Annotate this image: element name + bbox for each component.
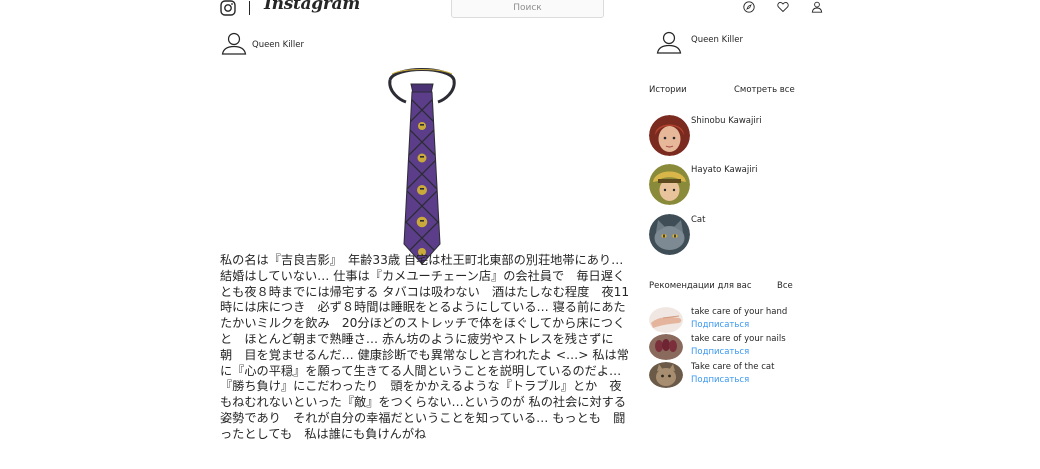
story-item[interactable]: Shinobu Kawajiri xyxy=(649,115,849,157)
explore-icon[interactable] xyxy=(743,1,755,13)
heart-icon[interactable] xyxy=(777,1,789,13)
post-image-tie xyxy=(388,68,456,265)
story-item[interactable]: Hayato Kawajiri xyxy=(649,164,849,206)
story-avatar[interactable] xyxy=(649,164,690,205)
story-avatar[interactable] xyxy=(649,115,690,156)
instagram-wordmark[interactable]: Instagram xyxy=(264,0,360,14)
follow-button[interactable]: Подписаться xyxy=(691,347,749,357)
instagram-camera-icon[interactable] xyxy=(220,0,236,16)
story-name[interactable]: Shinobu Kawajiri xyxy=(691,116,762,126)
post-author-name[interactable]: Queen Killer xyxy=(252,40,304,50)
search-input[interactable] xyxy=(452,2,603,14)
recommendation-item: take care of your nails Подписаться xyxy=(649,334,849,360)
post-author-avatar-icon[interactable] xyxy=(221,31,247,57)
post-text: 私の名は『吉良吉影』 年齢33歳 自宅は杜王町北東部の別荘地帯にあり… 結婚はし… xyxy=(220,253,636,441)
sidebar-avatar-icon[interactable] xyxy=(656,30,682,56)
logo-divider xyxy=(249,1,250,15)
recommendation-thumbnail[interactable] xyxy=(649,307,683,333)
recommendations-all-link[interactable]: Все xyxy=(777,281,793,291)
recommendations-title: Рекомендации для вас xyxy=(649,281,752,291)
stories-see-all-link[interactable]: Смотреть все xyxy=(734,85,795,95)
story-name[interactable]: Hayato Kawajiri xyxy=(691,165,757,175)
recommendation-name[interactable]: take care of your nails xyxy=(691,334,786,344)
search-box[interactable] xyxy=(451,0,604,18)
profile-icon[interactable] xyxy=(811,1,823,13)
story-avatar[interactable] xyxy=(649,214,690,255)
story-item[interactable]: Cat xyxy=(649,214,849,256)
recommendation-name[interactable]: take care of your hand xyxy=(691,307,787,317)
follow-button[interactable]: Подписаться xyxy=(691,320,749,330)
recommendation-item: Take care of the cat Подписаться xyxy=(649,362,849,388)
sidebar-username[interactable]: Queen Killer xyxy=(691,35,743,45)
recommendation-name[interactable]: Take care of the cat xyxy=(691,362,774,372)
stories-title: Истории xyxy=(649,85,687,95)
top-navigation-bar: Instagram xyxy=(0,0,1040,22)
story-name[interactable]: Cat xyxy=(691,215,705,225)
recommendation-thumbnail[interactable] xyxy=(649,362,683,388)
recommendation-item: take care of your hand Подписаться xyxy=(649,307,849,333)
follow-button[interactable]: Подписаться xyxy=(691,375,749,385)
recommendation-thumbnail[interactable] xyxy=(649,334,683,360)
